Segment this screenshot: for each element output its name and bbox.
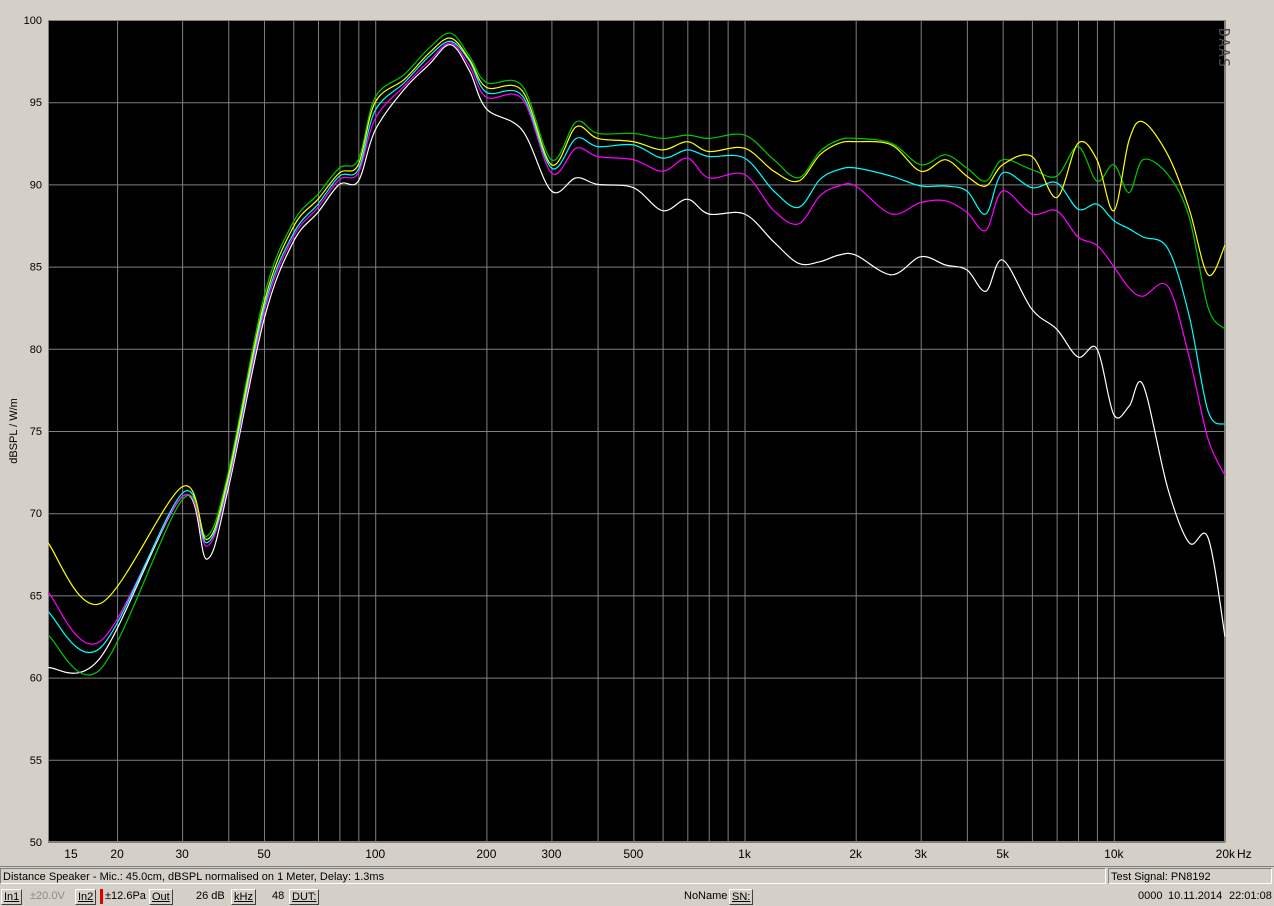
in1-button[interactable]: In1 bbox=[1, 889, 23, 905]
x-tick-label: 50 bbox=[257, 847, 271, 861]
time-label: 22:01:08 bbox=[1229, 890, 1272, 902]
in2-range-label: ±12.6Pa bbox=[105, 890, 146, 902]
x-tick-label: 500 bbox=[623, 847, 643, 861]
x-tick-label: 20 bbox=[110, 847, 124, 861]
x-axis-ticks: 15 20 30 50 100 200 300 500 1k 2k 3k 5k 10k 20k bbox=[64, 847, 1236, 861]
y-tick-label: 85 bbox=[30, 262, 42, 274]
x-tick-label: 100 bbox=[365, 847, 385, 861]
x-tick-label: 200 bbox=[476, 847, 496, 861]
counter-label: 0000 bbox=[1138, 890, 1163, 902]
y-tick-label: 100 bbox=[24, 15, 42, 27]
sn-button[interactable]: SN: bbox=[729, 889, 754, 905]
y-tick-label: 75 bbox=[30, 426, 42, 438]
in2-button[interactable]: In2 bbox=[75, 889, 97, 905]
frequency-response-chart: 50 55 60 65 70 75 80 85 90 95 100 15 20 30 50 100 200 30… bbox=[8, 15, 1252, 861]
in1-range-label: ±20.0V bbox=[30, 890, 65, 902]
x-tick-label: 20k bbox=[1216, 847, 1236, 861]
x-tick-label: 5k bbox=[996, 847, 1010, 861]
y-axis-label: dBSPL / W/m bbox=[8, 398, 20, 464]
daas-logo: DAAS bbox=[1215, 28, 1233, 68]
x-axis-unit-label: Hz bbox=[1237, 847, 1252, 861]
y-tick-label: 50 bbox=[30, 837, 42, 849]
khz-button[interactable]: kHz bbox=[231, 889, 256, 905]
status-bar: Distance Speaker - Mic.: 45.0cm, dBSPL n… bbox=[0, 866, 1274, 886]
x-tick-label: 15 bbox=[64, 847, 78, 861]
y-axis-ticks: 50 55 60 65 70 75 80 85 90 95 100 bbox=[24, 15, 42, 849]
dut-name-label: NoName bbox=[684, 890, 728, 902]
x-tick-label: 300 bbox=[541, 847, 561, 861]
date-label: 10.11.2014 bbox=[1168, 890, 1223, 902]
dut-button[interactable]: DUT: bbox=[289, 889, 320, 905]
y-tick-label: 65 bbox=[30, 590, 42, 602]
x-tick-label: 3k bbox=[914, 847, 928, 861]
y-tick-label: 60 bbox=[30, 673, 42, 685]
x-tick-label: 2k bbox=[849, 847, 863, 861]
sample-rate-label: 48 bbox=[272, 890, 285, 902]
y-tick-label: 80 bbox=[30, 344, 42, 356]
bottom-toolbar: In1 ±20.0V In2 ±12.6Pa Out 26 dB kHz 48 … bbox=[0, 887, 1274, 906]
test-signal-label: Test Signal: PN8192 bbox=[1108, 868, 1272, 884]
y-tick-label: 55 bbox=[30, 755, 42, 767]
measurement-description: Distance Speaker - Mic.: 45.0cm, dBSPL n… bbox=[0, 868, 1106, 884]
y-tick-label: 90 bbox=[30, 179, 42, 191]
out-button[interactable]: Out bbox=[149, 889, 173, 905]
y-tick-label: 95 bbox=[30, 97, 42, 109]
in2-level-indicator bbox=[100, 889, 103, 904]
gain-label: 26 dB bbox=[196, 890, 225, 902]
x-tick-label: 10k bbox=[1104, 847, 1124, 861]
x-tick-label: 1k bbox=[738, 847, 752, 861]
y-tick-label: 70 bbox=[30, 508, 42, 520]
x-tick-label: 30 bbox=[175, 847, 189, 861]
